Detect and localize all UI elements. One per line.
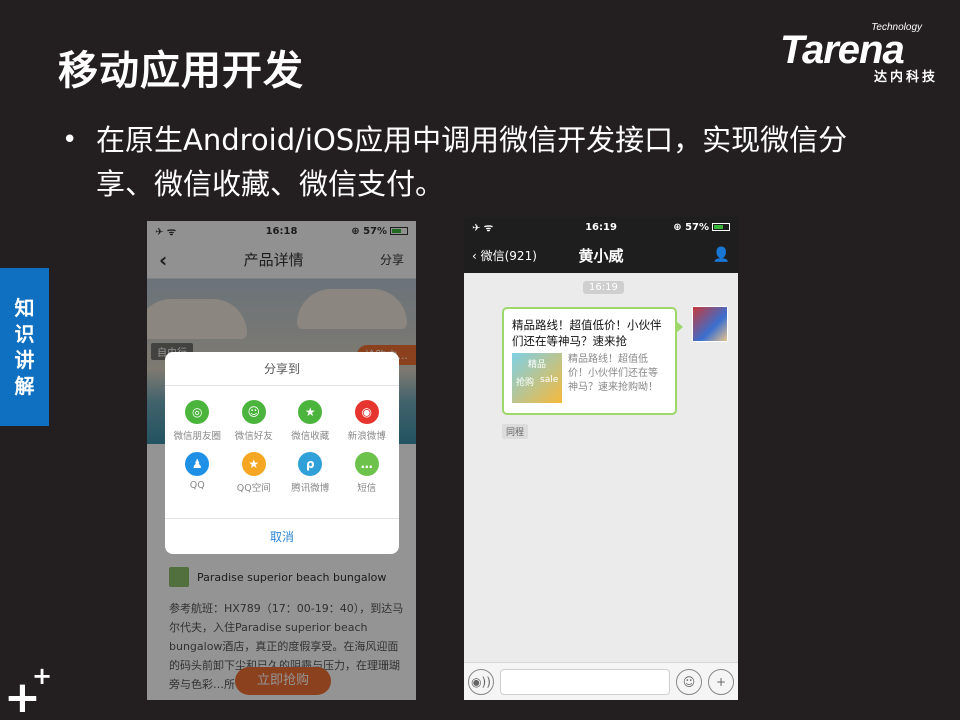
phone-wechat-chat: ✈ ᯤ 16:19 ⊕ 57% ‹ 微信(921) 黄小威 👤 16:19 精品… bbox=[464, 217, 738, 700]
tarena-logo: Technology Tarena 达内科技 bbox=[780, 22, 948, 85]
share-item-qq[interactable]: ♟ QQ bbox=[169, 452, 226, 494]
qzone-icon: ★ bbox=[241, 452, 266, 476]
slide-title: 移动应用开发 bbox=[58, 48, 304, 94]
status-bar: ✈ ᯤ 16:19 ⊕ 57% bbox=[464, 217, 738, 237]
sms-icon: … bbox=[354, 452, 379, 476]
message-input[interactable] bbox=[500, 668, 670, 695]
share-item-favorite[interactable]: ★ 微信收藏 bbox=[282, 400, 339, 442]
logo-cn: 达内科技 bbox=[873, 70, 938, 85]
chat-title: 黄小威 bbox=[578, 246, 624, 265]
side-tab-knowledge: 知 识 讲 解 bbox=[0, 268, 49, 426]
thumb-label: 抢购 bbox=[516, 378, 535, 388]
cancel-button[interactable]: 取消 bbox=[165, 518, 399, 554]
share-item-label: 新浪微博 bbox=[347, 431, 386, 442]
thumb-label: 精品 bbox=[528, 360, 547, 370]
shared-link-message[interactable]: 精品路线！超值低价！小伙伴们还在等神马？速来抢 精品 抢购 sale 精品路线！… bbox=[502, 307, 683, 415]
message-card-desc: 精品路线！超值低价！小伙伴们还在等神马？速来抢购呦！ bbox=[568, 354, 658, 393]
favorite-icon: ★ bbox=[298, 400, 323, 424]
bullet-marker: • bbox=[62, 125, 78, 155]
side-tab-char: 解 bbox=[14, 374, 35, 398]
message-time: 16:19 bbox=[583, 281, 624, 294]
chat-navbar: ‹ 微信(921) 黄小威 👤 bbox=[464, 237, 738, 273]
share-item-qzone[interactable]: ★ QQ空间 bbox=[226, 452, 283, 494]
plus-icon[interactable]: + bbox=[708, 668, 734, 695]
share-dialog: 分享到 ◎ 微信朋友圈 ☺ 微信好友 ★ 微信收藏 ◉ 新浪微博 ♟ QQ ★ QQ空间 ρ 腾讯微博 … 短… bbox=[165, 352, 399, 554]
phone-product-detail: ✈ ᯤ 16:18 ⊕ 57% ‹ 产品详情 分享 自由行 抢购中... Par… bbox=[147, 221, 416, 700]
share-dialog-title: 分享到 bbox=[165, 352, 399, 386]
moments-icon: ◎ bbox=[185, 400, 210, 424]
chat-input-bar: ◉)) ☺ + bbox=[464, 662, 738, 700]
share-item-label: QQ空间 bbox=[236, 483, 271, 494]
battery-icon bbox=[712, 223, 730, 231]
plus-decoration-small-icon: + bbox=[32, 662, 53, 690]
side-tab-char: 知 bbox=[14, 296, 35, 320]
thumb-label: sale bbox=[540, 375, 559, 385]
share-grid: ◎ 微信朋友圈 ☺ 微信好友 ★ 微信收藏 ◉ 新浪微博 ♟ QQ ★ QQ空间 ρ 腾讯微博 … 短信 bbox=[165, 386, 399, 494]
voice-icon[interactable]: ◉)) bbox=[468, 668, 494, 695]
side-tab-char: 识 bbox=[14, 322, 35, 346]
message-thumbnail: 精品 抢购 sale bbox=[512, 353, 562, 403]
status-left-icons: ✈ ᯤ bbox=[472, 223, 493, 234]
avatar[interactable] bbox=[692, 306, 728, 342]
message-title: 精品路线！超值低价！小伙伴们还在等神马？速来抢 bbox=[512, 318, 662, 348]
share-item-moments[interactable]: ◎ 微信朋友圈 bbox=[169, 400, 226, 442]
share-item-label: 微信好友 bbox=[234, 431, 273, 442]
wechat-icon: ☺ bbox=[241, 400, 266, 424]
bullet-point: • 在原生Android/iOS应用中调用微信开发接口，实现微信分享、微信收藏、… bbox=[62, 118, 882, 206]
side-tab-char: 讲 bbox=[14, 348, 35, 372]
message-source: 同程 bbox=[502, 424, 529, 439]
tencent-weibo-icon: ρ bbox=[298, 452, 323, 476]
share-item-label: QQ bbox=[189, 480, 205, 491]
share-item-sms[interactable]: … 短信 bbox=[339, 452, 396, 494]
person-icon[interactable]: 👤 bbox=[713, 247, 730, 263]
bullet-text: 在原生Android/iOS应用中调用微信开发接口，实现微信分享、微信收藏、微信… bbox=[96, 123, 848, 201]
status-right: ⊕ 57% bbox=[673, 222, 730, 233]
message-card: 精品 抢购 sale 精品路线！超值低价！小伙伴们还在等神马？速来抢购呦！ bbox=[512, 353, 667, 403]
battery-percent: ⊕ 57% bbox=[673, 221, 709, 233]
share-item-label: 微信朋友圈 bbox=[173, 431, 221, 442]
share-item-label: 腾讯微博 bbox=[291, 483, 330, 494]
share-item-label: 微信收藏 bbox=[291, 431, 330, 442]
weibo-icon: ◉ bbox=[354, 400, 379, 424]
qq-icon: ♟ bbox=[185, 452, 210, 476]
share-item-weibo[interactable]: ◉ 新浪微博 bbox=[339, 400, 396, 442]
share-item-tencent-weibo[interactable]: ρ 腾讯微博 bbox=[282, 452, 339, 494]
share-item-label: 短信 bbox=[357, 483, 377, 494]
share-item-wechat[interactable]: ☺ 微信好友 bbox=[226, 400, 283, 442]
emoji-icon[interactable]: ☺ bbox=[676, 668, 702, 695]
